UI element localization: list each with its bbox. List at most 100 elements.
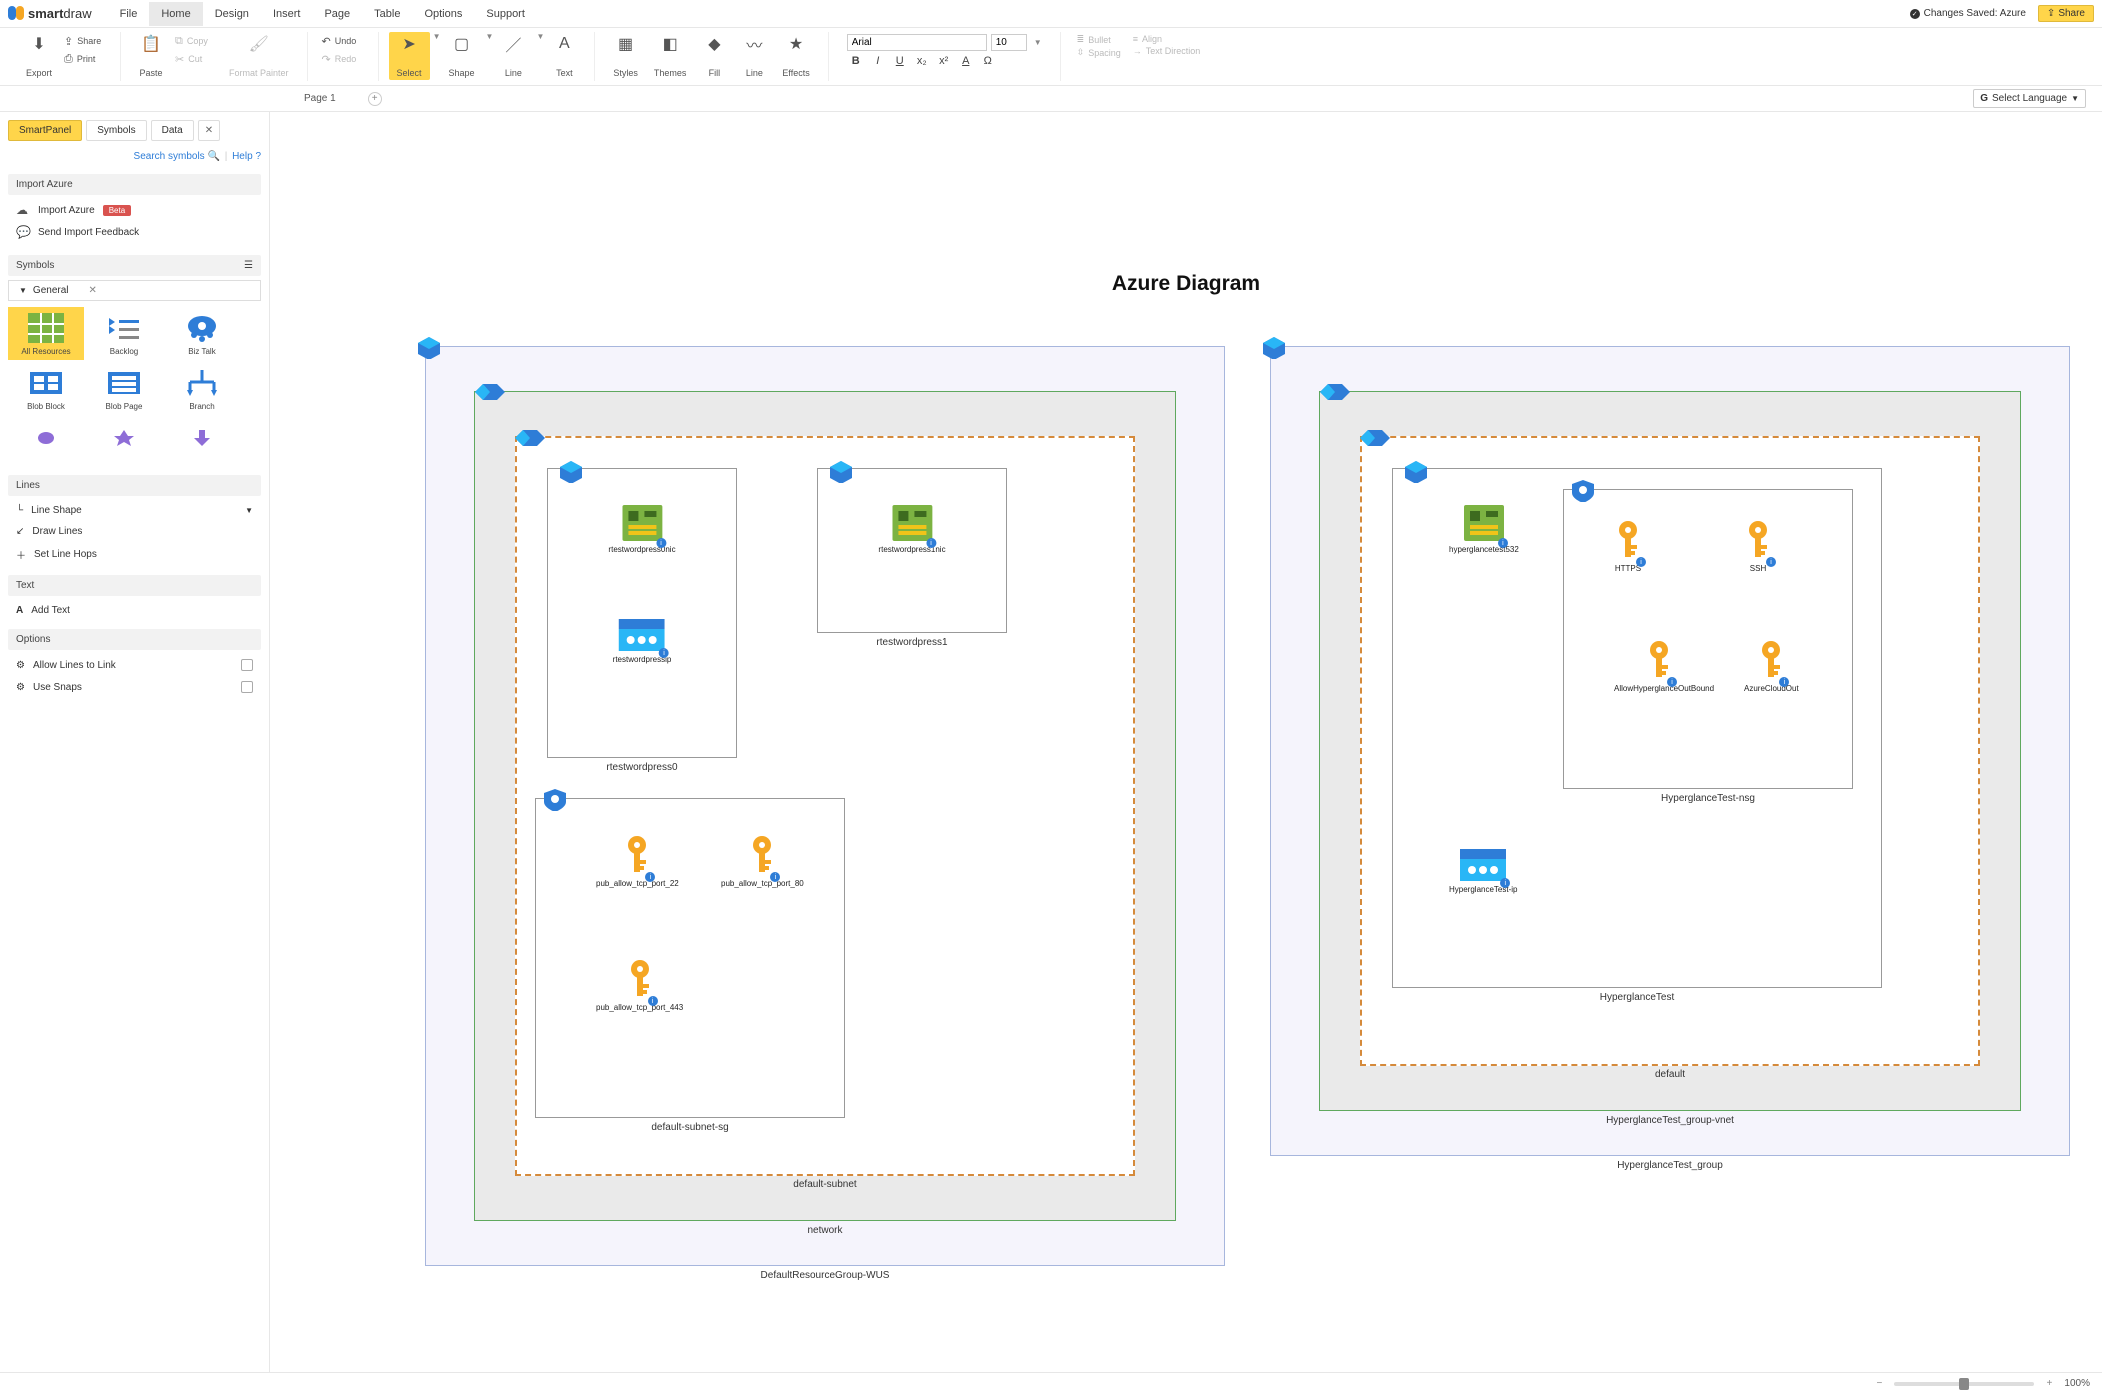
undo-button[interactable]: ↶Undo <box>318 32 368 50</box>
zoom-thumb[interactable] <box>1959 1378 1969 1390</box>
share-button[interactable]: ⇪ Share <box>2038 5 2094 22</box>
symbol-blob-page[interactable]: Blob Page <box>86 362 162 415</box>
vm-box-wordpress0[interactable]: rtestwordpress0 i rtestwordpress0nic i r… <box>547 468 737 758</box>
help-link[interactable]: Help ? <box>232 151 261 162</box>
key-outbound[interactable]: i AllowHyperglanceOutBound <box>1614 640 1704 694</box>
superscript-button[interactable]: x² <box>935 55 953 67</box>
chevron-down-icon[interactable]: ▼ <box>1034 38 1042 47</box>
text-direction-button[interactable]: →Text Direction <box>1133 46 1201 56</box>
info-icon[interactable]: i <box>656 538 666 548</box>
line-style-button[interactable]: 〰Line <box>734 32 774 80</box>
nsg-box-right[interactable]: HyperglanceTest-nsg i HTTPS i SSH i <box>1563 489 1853 789</box>
vnet-right[interactable]: HyperglanceTest_group-vnet default Hyper… <box>1319 391 2021 1111</box>
key-port443[interactable]: i pub_allow_tcp_port_443 <box>596 959 683 1013</box>
key-ssh[interactable]: i SSH <box>1744 520 1772 574</box>
zoom-slider[interactable] <box>1894 1382 2034 1386</box>
menu-options[interactable]: Options <box>412 2 474 26</box>
ip-hyperglance[interactable]: i HyperglanceTest-ip <box>1449 849 1517 895</box>
nsg-box-left[interactable]: default-subnet-sg i pub_allow_tcp_port_2… <box>535 798 845 1118</box>
vm-box-wordpress1[interactable]: rtestwordpress1 i rtestwordpress1nic <box>817 468 1007 633</box>
font-size-input[interactable] <box>991 34 1027 51</box>
zoom-out-button[interactable]: − <box>1872 1378 1886 1389</box>
symbol-blob-block[interactable]: Blob Block <box>8 362 84 415</box>
resource-group-left[interactable]: DefaultResourceGroup-WUS network default… <box>425 346 1225 1266</box>
use-snaps-checkbox[interactable] <box>241 681 253 693</box>
language-select[interactable]: G Select Language ▼ <box>1973 89 2086 108</box>
symbol-branch[interactable]: Branch <box>164 362 240 415</box>
nic-wordpress0[interactable]: i rtestwordpress0nic <box>608 505 675 555</box>
line-shape-row[interactable]: └Line Shape ▼ <box>8 500 261 521</box>
line-tool[interactable]: ／Line <box>493 32 533 80</box>
export-button[interactable]: ⬇Export <box>18 32 60 80</box>
line-hops-row[interactable]: ＋Set Line Hops <box>8 542 261 567</box>
use-snaps-row[interactable]: ⚙Use Snaps <box>8 676 261 698</box>
chevron-down-icon[interactable]: ▼ <box>486 32 494 41</box>
vnet-left[interactable]: network default-subnet rtestwordpress0 i… <box>474 391 1176 1221</box>
add-page-button[interactable]: + <box>368 92 382 106</box>
zoom-in-button[interactable]: + <box>2042 1378 2056 1389</box>
themes-button[interactable]: ◧Themes <box>646 32 695 80</box>
shape-tool[interactable]: ▢Shape <box>440 32 482 80</box>
font-color-button[interactable]: A <box>957 55 975 67</box>
align-button[interactable]: ≡Align <box>1133 34 1201 44</box>
info-icon[interactable]: i <box>1636 557 1646 567</box>
menu-support[interactable]: Support <box>474 2 537 26</box>
bold-button[interactable]: B <box>847 55 865 67</box>
paste-button[interactable]: 📋Paste <box>131 32 171 80</box>
menu-home[interactable]: Home <box>149 2 202 26</box>
fill-button[interactable]: ◆Fill <box>694 32 734 80</box>
symbol-all-resources[interactable]: All Resources <box>8 307 84 360</box>
ip-wordpress0[interactable]: i rtestwordpressip <box>613 619 672 665</box>
key-cloudout[interactable]: i AzureCloudOut <box>1744 640 1799 694</box>
allow-lines-checkbox[interactable] <box>241 659 253 671</box>
draw-lines-row[interactable]: ↙Draw Lines <box>8 521 261 542</box>
symbol-backlog[interactable]: Backlog <box>86 307 162 360</box>
info-icon[interactable]: i <box>1498 538 1508 548</box>
print-button[interactable]: ⎙Print <box>60 50 110 68</box>
chevron-down-icon[interactable]: ▼ <box>433 32 441 41</box>
send-feedback-row[interactable]: 💬 Send Import Feedback <box>8 221 261 243</box>
panel-close-button[interactable]: ✕ <box>198 120 220 141</box>
key-port80[interactable]: i pub_allow_tcp_port_80 <box>721 835 804 889</box>
symbol-extra-3[interactable] <box>164 417 240 459</box>
symbol-biztalk[interactable]: Biz Talk <box>164 307 240 360</box>
format-painter-button[interactable]: 🖌Format Painter <box>221 32 297 80</box>
info-icon[interactable]: i <box>648 996 658 1006</box>
menu-page[interactable]: Page <box>312 2 362 26</box>
styles-button[interactable]: ▦Styles <box>605 32 646 80</box>
canvas[interactable]: Azure Diagram DefaultResourceGroup-WUS n… <box>270 112 2102 1372</box>
import-azure-row[interactable]: ☁ Import Azure Beta <box>8 199 261 221</box>
effects-button[interactable]: ★Effects <box>774 32 817 80</box>
vm-box-hyperglance[interactable]: HyperglanceTest i hyperglancetest532 Hyp… <box>1392 468 1882 988</box>
info-icon[interactable]: i <box>926 538 936 548</box>
underline-button[interactable]: U <box>891 55 909 67</box>
symbol-extra-1[interactable] <box>8 417 84 459</box>
page-tab-1[interactable]: Page 1 <box>280 89 360 108</box>
tab-symbols[interactable]: Symbols <box>86 120 146 141</box>
add-text-row[interactable]: AAdd Text <box>8 600 261 621</box>
tab-data[interactable]: Data <box>151 120 194 141</box>
font-name-input[interactable] <box>847 34 987 51</box>
menu-icon[interactable]: ☰ <box>244 260 253 271</box>
cut-button[interactable]: ✂Cut <box>171 50 221 68</box>
menu-insert[interactable]: Insert <box>261 2 313 26</box>
info-icon[interactable]: i <box>1766 557 1776 567</box>
close-icon[interactable]: ✕ <box>89 285 97 296</box>
nic-wordpress1[interactable]: i rtestwordpress1nic <box>878 505 945 555</box>
allow-lines-row[interactable]: ⚙Allow Lines to Link <box>8 654 261 676</box>
special-char-button[interactable]: Ω <box>979 55 997 67</box>
key-https[interactable]: i HTTPS <box>1614 520 1642 574</box>
copy-button[interactable]: ⧉Copy <box>171 32 221 50</box>
info-icon[interactable]: i <box>1667 677 1677 687</box>
menu-file[interactable]: File <box>108 2 150 26</box>
menu-design[interactable]: Design <box>203 2 261 26</box>
subnet-right[interactable]: default HyperglanceTest i hyperglancetes… <box>1360 436 1980 1066</box>
resource-group-right[interactable]: HyperglanceTest_group HyperglanceTest_gr… <box>1270 346 2070 1156</box>
search-symbols-link[interactable]: Search symbols 🔍 <box>134 151 220 162</box>
symbol-category-general[interactable]: ▼General ✕ <box>8 280 261 301</box>
share-ribbon-button[interactable]: ⇪Share <box>60 32 110 50</box>
chevron-down-icon[interactable]: ▼ <box>536 32 544 41</box>
menu-table[interactable]: Table <box>362 2 412 26</box>
italic-button[interactable]: I <box>869 55 887 67</box>
text-tool[interactable]: AText <box>544 32 584 80</box>
